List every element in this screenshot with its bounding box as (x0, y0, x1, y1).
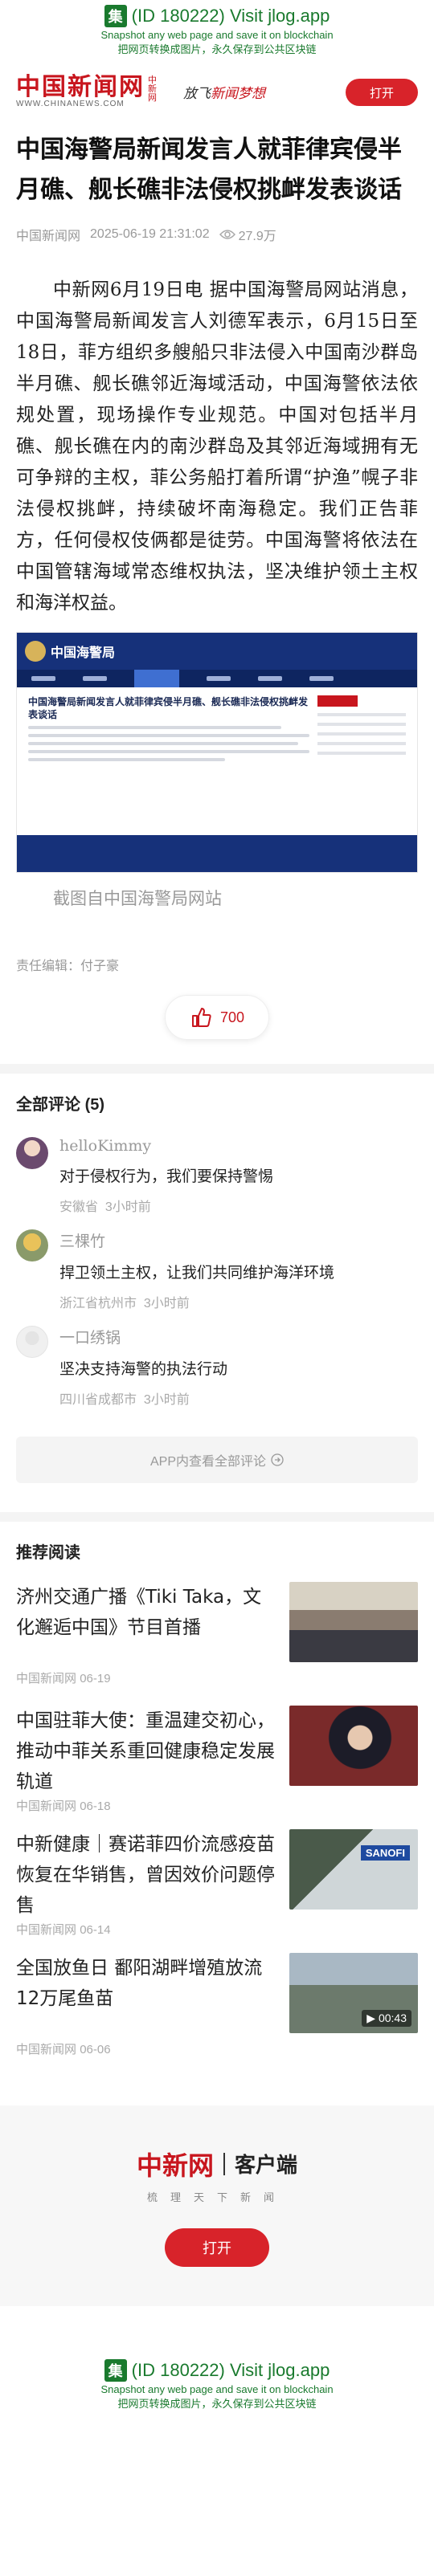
avatar[interactable] (16, 1137, 48, 1169)
comments-section: 全部评论 (5) helloKimmy 对于侵权行为，我们要保持警惕 安徽省 3… (0, 1074, 434, 1483)
jlog-logo-icon: 集 (104, 2359, 127, 2382)
open-app-button[interactable]: 打开 (346, 79, 418, 106)
comment-author: 一口绣锅 (59, 1329, 121, 1347)
figure-site-name: 中国海警局 (51, 646, 116, 660)
section-divider (0, 1064, 434, 1074)
recommend-item-meta: 中国新闻网 06-18 (16, 1800, 111, 1813)
article-meta: 中国新闻网 2025-06-19 21:31:02 27.9万 (16, 225, 418, 244)
video-duration: ▶ 00:43 (362, 2010, 411, 2027)
eye-icon (219, 230, 235, 239)
client-open-button[interactable]: 打开 (165, 2228, 269, 2267)
figure-nav (17, 670, 417, 687)
recommend-item-title[interactable]: 全国放鱼日 鄱阳湖畔增殖放流12万尾鱼苗 (16, 1953, 276, 2014)
jlog-subtitle-en: Snapshot any web page and save it on blo… (100, 2383, 334, 2395)
comment-meta: 浙江省杭州市 3小时前 (59, 1297, 190, 1310)
article-time: 2025-06-19 21:31:02 (90, 227, 210, 241)
recommend-item-title[interactable]: 济州交通广播《Tiki Taka，文化邂逅中国》节目首播 (16, 1582, 276, 1643)
editor-credit: 责任编辑：付子豪 (16, 960, 120, 973)
recommend-thumbnail[interactable] (289, 1706, 418, 1786)
view-all-comments-button[interactable]: APP内查看全部评论 (16, 1437, 418, 1483)
section-divider (0, 1512, 434, 1522)
view-count: 27.9万 (219, 225, 276, 244)
figure-header: 中国海警局 (17, 633, 417, 670)
client-motto: 梳理天下新闻 (146, 2191, 287, 2203)
jlog-title[interactable]: (ID 180222) Visit jlog.app (132, 6, 330, 26)
recommend-item-title[interactable]: 中国驻菲大使：重温建交初心，推动中菲关系重回健康稳定发展轨道 (16, 1706, 276, 1797)
recommend-thumbnail[interactable] (289, 1582, 418, 1662)
figure-content: 中国海警局新闻发言人就菲律宾侵半月礁、舰长礁非法侵权挑衅发表谈话 (17, 687, 417, 769)
comment-item: helloKimmy 对于侵权行为，我们要保持警惕 安徽省 3小时前 (0, 1123, 434, 1215)
recommend-item-meta: 中国新闻网 06-19 (16, 1672, 111, 1685)
site-logo[interactable]: 中国新闻网 WWW.CHINANEWS.COM (16, 75, 145, 108)
recommend-thumbnail[interactable]: SANOFI (289, 1829, 418, 1910)
like-button[interactable]: 700 (165, 995, 269, 1040)
comment-item: 一口绣锅 坚决支持海警的执法行动 四川省成都市 3小时前 (0, 1311, 434, 1408)
article-body: 中新网6月19日电 据中国海警局网站消息，中国海警局新闻发言人刘德军表示，6月1… (16, 279, 418, 613)
avatar[interactable] (16, 1229, 48, 1262)
comments-title: 全部评论 (5) (16, 1096, 105, 1114)
figure-footer (17, 835, 417, 872)
jlog-logo-icon: 集 (104, 5, 127, 27)
jlog-banner-bottom[interactable]: 集 (ID 180222) Visit jlog.app Snapshot an… (0, 2354, 434, 2420)
recommend-item-meta: 中国新闻网 06-14 (16, 1923, 111, 1937)
recommend-item-meta: 中国新闻网 06-06 (16, 2043, 111, 2056)
thumbs-up-icon (191, 1008, 211, 1027)
site-header: 中国新闻网 WWW.CHINANEWS.COM 中新网 放飞新闻梦想 打开 (0, 66, 434, 117)
article-title: 中国海警局新闻发言人就菲律宾侵半月礁、舰长礁非法侵权挑衅发表谈话 (16, 136, 402, 204)
comment-item: 三棵竹 捍卫领土主权，让我们共同维护海洋环境 浙江省杭州市 3小时前 (0, 1215, 434, 1311)
emblem-icon (25, 641, 46, 662)
recommend-item[interactable]: 全国放鱼日 鄱阳湖畔增殖放流12万尾鱼苗 中国新闻网 06-06 ▶ 00:43 (0, 1953, 434, 2057)
jlog-banner[interactable]: 集 (ID 180222) Visit jlog.app Snapshot an… (0, 0, 434, 66)
recommend-item[interactable]: 中国驻菲大使：重温建交初心，推动中菲关系重回健康稳定发展轨道 中国新闻网 06-… (0, 1706, 434, 1813)
client-label: 客户端 (235, 2153, 298, 2177)
recommend-item[interactable]: 济州交通广播《Tiki Taka，文化邂逅中国》节目首播 中国新闻网 06-19 (0, 1582, 434, 1686)
comment-author: 三棵竹 (59, 1233, 106, 1250)
comment-author: helloKimmy (59, 1137, 152, 1155)
arrow-right-circle-icon (271, 1453, 284, 1466)
article-source: 中国新闻网 (16, 230, 81, 243)
jlog-subtitle-en: Snapshot any web page and save it on blo… (100, 29, 334, 41)
article-image[interactable]: 中国海警局 中国海警局新闻发言人就菲律宾侵半月礁、舰长礁非法侵权挑衅发表谈话 (16, 632, 418, 873)
comment-meta: 安徽省 3小时前 (59, 1200, 151, 1214)
recommend-item[interactable]: 中新健康｜赛诺菲四价流感疫苗恢复在华销售，曾因效价问题停售 中国新闻网 06-1… (0, 1829, 434, 1937)
sanofi-logo: SANOFI (360, 1845, 410, 1861)
avatar[interactable] (16, 1326, 48, 1358)
site-logo-en: WWW.CHINANEWS.COM (16, 99, 125, 108)
figure-headline: 中国海警局新闻发言人就菲律宾侵半月礁、舰长礁非法侵权挑衅发表谈话 (28, 696, 309, 720)
comment-meta: 四川省成都市 3小时前 (59, 1393, 190, 1407)
comment-text: 捍卫领土主权，让我们共同维护海洋环境 (59, 1265, 335, 1282)
site-logo-side: 中新网 (148, 75, 157, 103)
site-logo-cn: 中国新闻网 (16, 73, 145, 100)
client-logo: 中新网 (136, 2150, 214, 2180)
recommend-item-title[interactable]: 中新健康｜赛诺菲四价流感疫苗恢复在华销售，曾因效价问题停售 (16, 1829, 276, 1921)
comment-text: 对于侵权行为，我们要保持警惕 (59, 1168, 274, 1185)
like-count: 700 (219, 1009, 245, 1025)
view-count-value: 27.9万 (238, 230, 276, 243)
jlog-subtitle-cn: 把网页转换成图片，永久保存到公共区块链 (117, 43, 317, 55)
client-promo: 中新网 客户端 梳理天下新闻 打开 (0, 2105, 434, 2306)
site-slogan: 放飞新闻梦想 (183, 85, 265, 101)
article: 中国海警局新闻发言人就菲律宾侵半月礁、舰长礁非法侵权挑衅发表谈话 中国新闻网 2… (0, 130, 434, 1040)
recommend-title: 推荐阅读 (16, 1544, 80, 1562)
jlog-title[interactable]: (ID 180222) Visit jlog.app (132, 2360, 330, 2381)
jlog-subtitle-cn: 把网页转换成图片，永久保存到公共区块链 (117, 2398, 317, 2410)
image-caption: 截图自中国海警局网站 (53, 889, 222, 908)
comment-text: 坚决支持海警的执法行动 (59, 1361, 228, 1378)
recommend-section: 推荐阅读 济州交通广播《Tiki Taka，文化邂逅中国》节目首播 中国新闻网 … (0, 1522, 434, 2057)
recommend-thumbnail[interactable]: ▶ 00:43 (289, 1953, 418, 2033)
